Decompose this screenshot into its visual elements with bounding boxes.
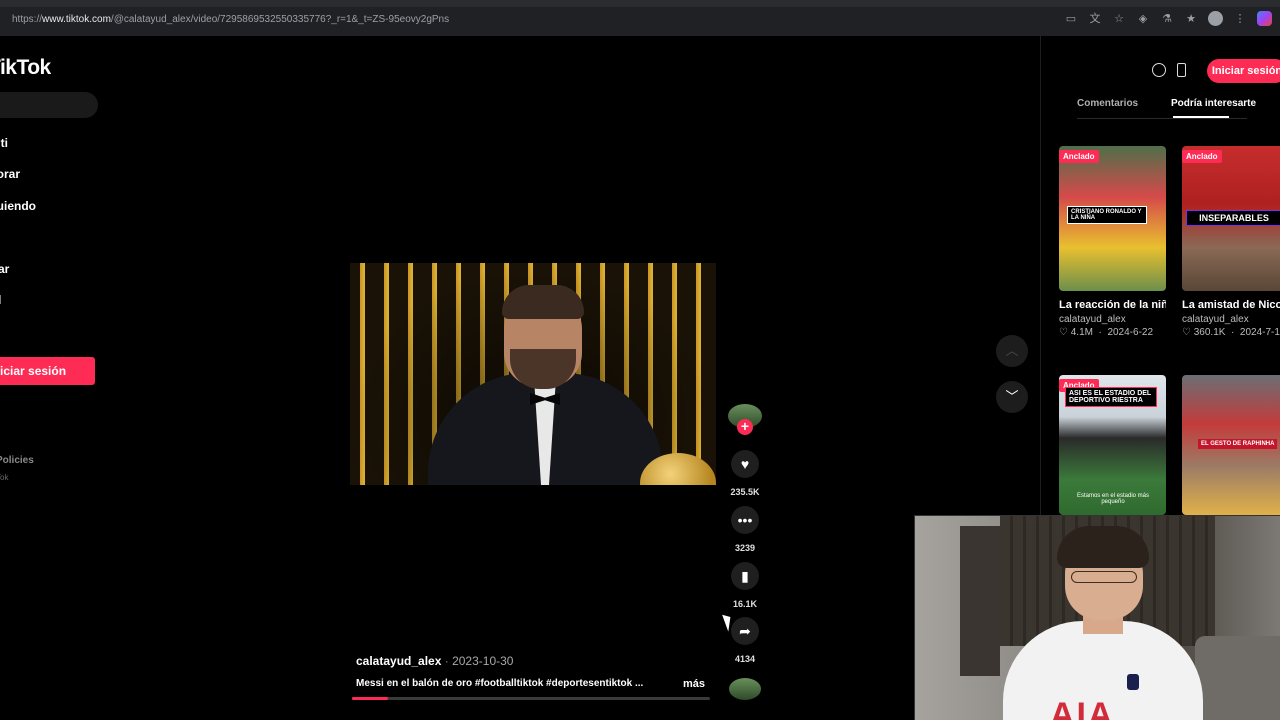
follow-plus-icon[interactable]: +: [737, 419, 753, 435]
save-button[interactable]: ▮: [731, 562, 759, 590]
share-button[interactable]: ➦: [731, 617, 759, 645]
kebab-menu-icon[interactable]: ⋮: [1233, 12, 1247, 26]
url-prefix: https://: [12, 14, 43, 25]
profile-avatar-icon[interactable]: [1208, 11, 1223, 26]
extension-icon[interactable]: ◈: [1136, 12, 1150, 26]
comment-count: 3239: [734, 543, 756, 553]
tab-strip: [0, 0, 1280, 7]
nav-upload[interactable]: rgar: [0, 262, 9, 276]
club-crest-icon: [1127, 674, 1139, 690]
video-author-line: calatayud_alex · 2023-10-30: [356, 654, 513, 668]
video-author[interactable]: calatayud_alex: [356, 654, 441, 668]
chevron-down-icon: ﹀: [1005, 389, 1019, 404]
card-more-icon[interactable]: ⋮: [1154, 299, 1164, 310]
video-progress-bar[interactable]: [352, 697, 710, 700]
footer-policies-link[interactable]: Policies: [0, 455, 34, 466]
next-video-button[interactable]: ﹀: [996, 381, 1028, 413]
browser-toolbar: https://www.tiktok.com/@calatayud_alex/v…: [0, 0, 1280, 36]
tab-comments[interactable]: Comentarios: [1077, 98, 1138, 109]
video-date: 2023-10-30: [452, 654, 514, 668]
video-player[interactable]: [350, 263, 716, 485]
video-thumbnail[interactable]: EL GESTO DE RAPHINHA: [1182, 375, 1280, 515]
search-input[interactable]: [0, 92, 98, 118]
card-author[interactable]: calatayud_alex: [1059, 314, 1166, 325]
tab-suggested[interactable]: Podría interesarte: [1171, 98, 1256, 109]
share-count: 4134: [734, 654, 756, 664]
footer-copyright: Tok: [0, 473, 9, 482]
previous-video-button[interactable]: ︿: [996, 335, 1028, 367]
card-title[interactable]: La amistad de Nico y Lamine...: [1182, 297, 1280, 313]
thumbnail-caption: CRISTIANO RONALDO Y LA NIÑA: [1067, 206, 1147, 224]
video-thumbnail[interactable]: Anclado CRISTIANO RONALDO Y LA NIÑA: [1059, 146, 1166, 291]
thumbnail-caption: INSEPARABLES: [1186, 210, 1280, 226]
lab-icon[interactable]: ⚗: [1160, 12, 1174, 26]
card-stats: ♡ 4.1M · 2024-6-22: [1059, 327, 1154, 338]
chevron-up-icon: ︿: [1005, 343, 1019, 358]
url-host: www.tiktok.com: [42, 14, 111, 25]
nav-profile[interactable]: rfil: [0, 293, 1, 307]
compass-icon[interactable]: [1152, 63, 1166, 77]
card-stats: ♡ 360.1K · 2024-7-1: [1182, 327, 1280, 338]
sidebar-login-button[interactable]: iciar sesión: [0, 357, 95, 385]
address-bar[interactable]: https://www.tiktok.com/@calatayud_alex/v…: [12, 14, 449, 25]
card-title[interactable]: La reacción de la niña al tocar a...: [1059, 297, 1166, 313]
heart-icon: ♡: [1059, 327, 1068, 338]
url-path: /@calatayud_alex/video/72958695325503357…: [110, 14, 450, 25]
suggested-video-card[interactable]: Anclado ASI ES EL ESTADIO DEL DEPORTIVO …: [1059, 375, 1166, 515]
sound-disc-icon[interactable]: [729, 678, 761, 700]
card-likes: 4.1M: [1070, 327, 1093, 338]
like-count: 235.5K: [730, 487, 760, 497]
author-separator: ·: [444, 654, 449, 668]
browser-actions: ▭ 文 ☆ ◈ ⚗ ★ ⋮: [1064, 11, 1272, 26]
left-sidebar: TikTok ra ti plorar iguiendo /E rgar rfi…: [0, 36, 110, 720]
suggested-video-card[interactable]: EL GESTO DE RAPHINHA: [1182, 375, 1280, 515]
thumbnail-caption: EL GESTO DE RAPHINHA: [1198, 439, 1278, 449]
nav-for-you[interactable]: ra ti: [0, 136, 8, 150]
suggested-video-card[interactable]: Anclado CRISTIANO RONALDO Y LA NIÑA La r…: [1059, 146, 1166, 338]
bookmark-icon: ▮: [741, 568, 749, 584]
shirt-sponsor-logo: AIA: [1050, 696, 1115, 720]
card-author[interactable]: calatayud_alex: [1182, 314, 1280, 325]
video-thumbnail[interactable]: Anclado ASI ES EL ESTADIO DEL DEPORTIVO …: [1059, 375, 1166, 515]
save-count: 16.1K: [732, 599, 758, 609]
heart-icon: ♡: [1182, 327, 1191, 338]
video-caption: Messi en el balón de oro #footballtiktok…: [356, 678, 644, 689]
video-thumbnail[interactable]: Anclado INSEPARABLES: [1182, 146, 1280, 291]
heart-icon: ♥: [740, 456, 750, 472]
comment-bubble-icon: •••: [737, 512, 753, 528]
thumbnail-subtitle: Estamos en el estadio más pequeño: [1076, 493, 1150, 505]
mobile-app-icon[interactable]: [1177, 63, 1186, 77]
tiktok-logo[interactable]: TikTok: [0, 56, 51, 80]
webcam-overlay: AIA: [914, 515, 1280, 720]
card-date: 2024-7-1: [1239, 327, 1280, 338]
comment-button[interactable]: •••: [731, 506, 759, 534]
panel-login-button[interactable]: Iniciar sesión: [1207, 59, 1280, 83]
nav-explore[interactable]: plorar: [0, 167, 20, 181]
favorites-icon[interactable]: ★: [1184, 12, 1198, 26]
nav-following[interactable]: iguiendo: [0, 199, 36, 213]
share-arrow-icon: ➦: [739, 623, 751, 639]
bookmark-star-icon[interactable]: ☆: [1112, 12, 1126, 26]
caption-more-button[interactable]: más: [683, 678, 705, 690]
active-tab-indicator: [1173, 116, 1229, 118]
suggested-video-card[interactable]: Anclado INSEPARABLES La amistad de Nico …: [1182, 146, 1280, 338]
install-app-icon[interactable]: ▭: [1064, 12, 1078, 26]
thumbnail-caption: ASI ES EL ESTADIO DEL DEPORTIVO RIESTRA: [1065, 387, 1157, 407]
pinned-badge: Anclado: [1182, 150, 1222, 163]
translate-icon[interactable]: 文: [1088, 12, 1102, 26]
ai-assistant-icon[interactable]: [1257, 11, 1272, 26]
like-button[interactable]: ♥: [731, 450, 759, 478]
pinned-badge: Anclado: [1059, 150, 1099, 163]
card-date: 2024-6-22: [1107, 327, 1154, 338]
card-likes: 360.1K: [1193, 327, 1226, 338]
video-progress-fill: [352, 697, 388, 700]
